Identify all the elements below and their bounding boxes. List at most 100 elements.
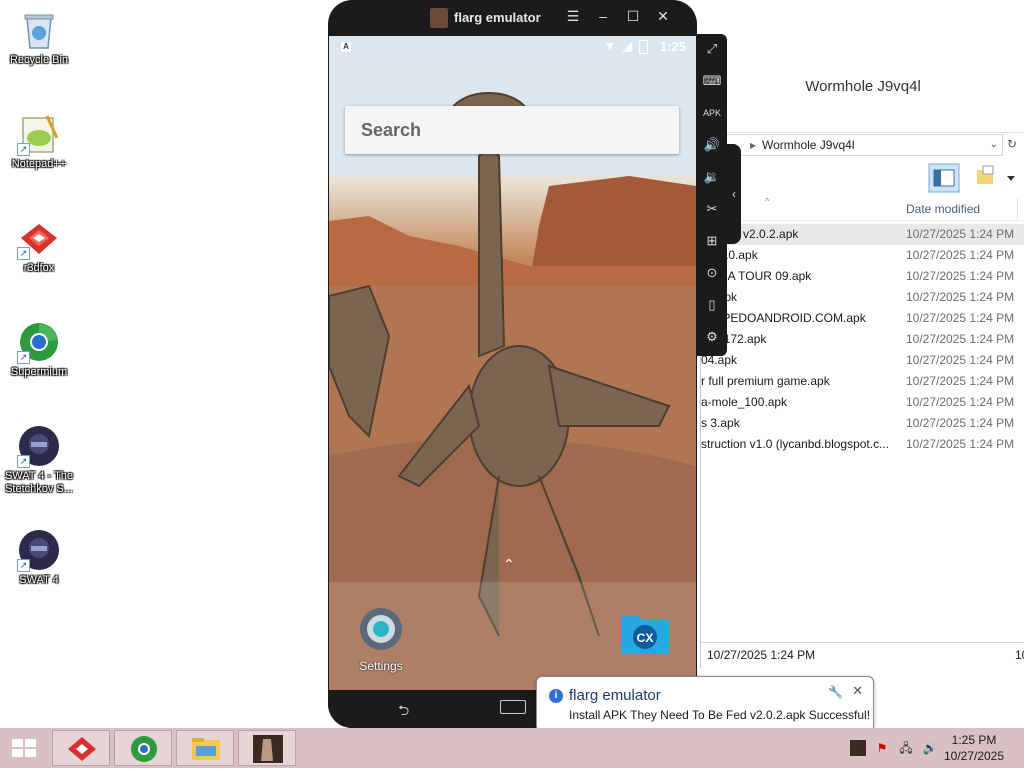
search-placeholder: Search [361,120,422,140]
recycle-bin-icon [17,8,61,52]
swat4-stetchkov-icon: ↗ [17,424,61,468]
volume-down-icon[interactable]: 🔉 [701,166,723,188]
taskbar-clock[interactable]: 1:25 PM 10/27/2025 [934,732,1014,764]
search-widget[interactable]: Search [345,106,679,154]
breadcrumb-separator-icon: ▸ [750,138,757,152]
breadcrumb-folder[interactable]: Wormhole J9vq4l [762,135,854,155]
taskbar-app-file-explorer[interactable] [176,730,234,766]
shortcut-arrow-icon: ↗ [17,143,30,156]
close-icon[interactable]: ✕ [852,683,863,699]
desktop-icon-label: SWAT 4 - The Stetchkov S... [4,470,74,495]
file-date: 10/27/2025 1:24 PM [906,248,1015,262]
back-icon[interactable]: ⮌ [398,700,409,724]
desktop-icon-notepad-plus-plus[interactable]: ↗ Notepad++ [1,112,77,171]
file-date: 10/27/2025 1:24 PM [906,332,1015,346]
desktop-icon-swat4-stetchkov[interactable]: ↗ SWAT 4 - The Stetchkov S... [1,424,77,496]
emulator-side-toolbar: ⤢ ⌨ APK 🔊 🔉 ✂ ⊞ ⊙ ▯ ⚙ [697,34,727,356]
file-row[interactable]: a-mole_100.apk 10/27/2025 1:24 PM [701,392,1024,413]
file-date: 10/27/2025 1:24 PM [906,269,1015,283]
desktop-icon-swat4[interactable]: ↗ SWAT 4 [1,528,77,587]
desktop-icon-recycle-bin[interactable]: Recycle Bin [1,8,77,67]
file-name: QUIPEDOANDROID.COM.apk [701,311,866,325]
network-icon[interactable]: 🖧 [898,740,914,756]
android-clock: 1:25 [659,39,686,54]
cx-file-explorer-icon: CX [621,616,669,654]
settings-icon [360,608,402,650]
file-row[interactable]: 04.apk 10/27/2025 1:24 PM [701,350,1024,371]
status-right-text: 10 [1015,648,1024,662]
emulator-titlebar[interactable]: flarg emulator ☰ – ☐ ✕ [328,0,697,36]
explorer-window: Wormhole J9vq4l ▸ Wormhole J9vq4l ⌄ ↻ ^ … [700,68,1024,668]
file-row[interactable]: 10.apk 10/27/2025 1:24 PM [701,287,1024,308]
clock-date: 10/27/2025 [943,749,1005,763]
notification-message: Install APK They Need To Be Fed v2.0.2.a… [569,708,871,722]
minimize-icon[interactable]: – [594,8,612,24]
file-row[interactable]: Be Fed v2.0.2.apk 10/27/2025 1:24 PM [701,224,1024,245]
start-icon [12,739,36,757]
file-row[interactable]: s 3.apk 10/27/2025 1:24 PM [701,413,1024,434]
location-icon[interactable]: ⊙ [701,262,723,284]
android-screen[interactable]: A ▼ ◢ 1:25 Search ⌃ Settings CX [329,36,696,690]
emulator-tray-icon[interactable] [850,740,866,756]
desktop-icon-label: Notepad++ [11,158,67,170]
notification-balloon[interactable]: i flarg emulator Install APK They Need T… [536,676,874,741]
settings-wrench-icon[interactable]: 🔧 [828,685,843,699]
file-row[interactable]: r full premium game.apk 10/27/2025 1:24 … [701,371,1024,392]
file-name: s 3.apk [701,416,740,430]
address-bar[interactable]: ▸ Wormhole J9vq4l ⌄ [725,134,1003,156]
toolbar-collapse-chevron-icon[interactable]: ‹ [727,144,741,244]
fullscreen-icon[interactable]: ⤢ [701,38,723,60]
desktop-icon-r3dfox[interactable]: ↗ r3dfox [1,216,77,275]
info-icon: i [549,689,563,703]
folder-options-icon [977,165,994,184]
apk-install-icon[interactable]: APK [701,102,723,124]
taskbar: ⚑ 🖧 🔊 1:25 PM 10/27/2025 [0,728,1024,768]
file-date: 10/27/2025 1:24 PM [906,311,1015,325]
supermium-icon: ↗ [17,320,61,364]
notepad-plus-plus-icon: ↗ [17,112,61,156]
start-button[interactable] [0,730,48,766]
file-date: 10/27/2025 1:24 PM [906,353,1015,367]
column-date-modified[interactable]: Date modified [906,202,980,216]
shake-icon[interactable]: ▯ [701,294,723,316]
desktop-icon-supermium[interactable]: ↗ Supermium [1,320,77,379]
file-name: 10.apk [701,287,897,308]
dock-app-settings[interactable]: Settings [349,604,413,673]
flarg-emulator-logo-icon [430,8,448,28]
view-toolbar [927,162,1023,194]
taskbar-app-supermium[interactable] [114,730,172,766]
notification-title: flarg emulator [569,687,661,704]
column-separator[interactable] [1017,198,1018,220]
file-row[interactable]: struction v1.0 (lycanbd.blogspot.c... 10… [701,434,1024,455]
chevron-down-icon[interactable]: ⌄ [990,135,998,155]
maximize-icon[interactable]: ☐ [624,8,642,25]
file-date: 10/27/2025 1:24 PM [906,395,1015,409]
file-row[interactable]: QUIPEDOANDROID.COM.apk 10/27/2025 1:24 P… [701,308,1024,329]
file-date: 10/27/2025 1:24 PM [906,374,1015,388]
shortcut-arrow-icon: ↗ [17,351,30,364]
file-row[interactable]: s PGA TOUR 09.apk 10/27/2025 1:24 PM [701,266,1024,287]
refresh-icon[interactable]: ↻ [1003,134,1021,154]
file-row[interactable]: bie_172.apk 10/27/2025 1:24 PM [701,329,1024,350]
screenshot-scissors-icon[interactable]: ✂ [701,198,723,220]
taskbar-app-r3dfox[interactable] [52,730,110,766]
preview-pane-icon [928,163,960,193]
action-center-flag-icon[interactable]: ⚑ [874,740,890,756]
menu-icon[interactable]: ☰ [564,8,582,25]
desktop-icon-label: Supermium [10,366,68,378]
explorer-title: Wormhole J9vq4l [805,78,921,95]
dock-app-cx-file-explorer[interactable]: CX [619,608,671,656]
close-icon[interactable]: ✕ [654,8,672,25]
file-row[interactable]: ter_10.apk 10/27/2025 1:24 PM [701,245,1024,266]
add-window-icon[interactable]: ⊞ [701,230,723,252]
keyboard-icon[interactable]: ⌨ [701,70,723,92]
home-icon[interactable] [500,700,526,714]
shortcut-arrow-icon: ↗ [17,247,30,260]
taskbar-app-flarg-emulator[interactable] [238,730,296,766]
settings-gear-icon[interactable]: ⚙ [701,326,723,348]
dropdown-arrow-icon [1007,176,1015,181]
app-drawer-chevron-icon[interactable]: ⌃ [503,556,515,573]
desktop-icon-label: r3dfox [23,262,55,274]
volume-up-icon[interactable]: 🔊 [701,134,723,156]
status-date: 10/27/2025 1:24 PM [707,648,816,662]
